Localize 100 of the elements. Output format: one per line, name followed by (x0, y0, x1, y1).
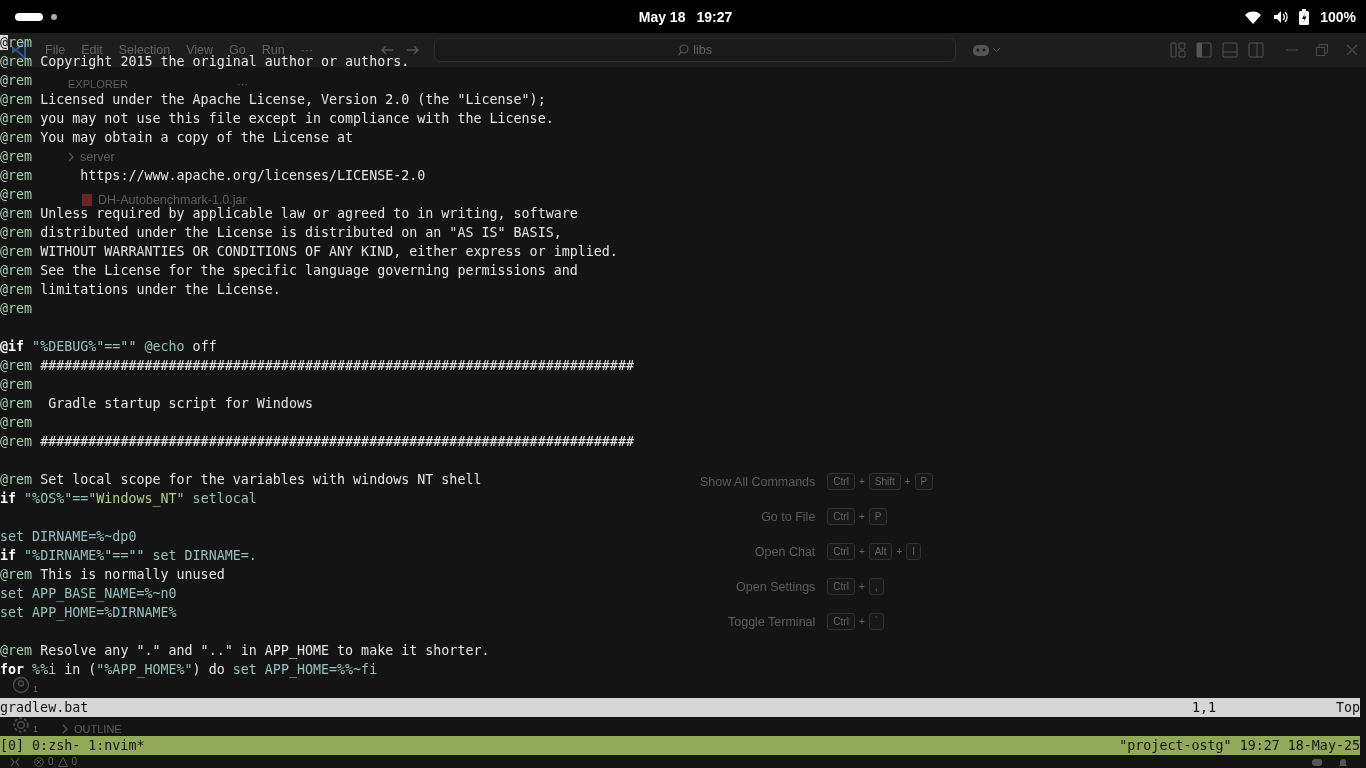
menu-item[interactable]: ··· (293, 43, 321, 57)
close-icon[interactable] (1346, 44, 1358, 56)
code-line: @rem (0, 377, 33, 392)
plus-sign: + (858, 581, 865, 592)
account-icon[interactable] (12, 676, 30, 694)
menu-item[interactable]: Selection (111, 43, 178, 57)
code-line: @rem Gradle startup script for Windows (0, 396, 313, 411)
key-cap: ` (868, 613, 885, 630)
code-line: @rem This is normally unused (0, 567, 225, 582)
file-icon (82, 194, 92, 206)
back-arrow-icon[interactable] (380, 43, 395, 57)
key-cap: P (914, 473, 934, 490)
bottom-panel-icon[interactable] (1222, 42, 1238, 58)
code-line: @rem You may obtain a copy of the License at (0, 130, 354, 145)
menu-item[interactable]: View (179, 43, 220, 57)
notification-count: 1 (33, 724, 38, 734)
workspace-dot-icon (51, 13, 57, 20)
code-line: @rem WITHOUT WARRANTIES OR CONDITIONS OF ANY KIND, either express or implied. (0, 244, 618, 259)
search-field[interactable]: libs (434, 38, 957, 62)
key-cap: Ctrl (827, 543, 855, 560)
code-line: @rem Licensed under the Apache License, Version 2.0 (the "License"); (0, 92, 546, 107)
code-line: @rem (0, 149, 33, 164)
plus-sign: + (858, 546, 865, 557)
plus-sign: + (904, 476, 911, 487)
plus-sign: + (858, 476, 865, 487)
settings-icon[interactable] (12, 716, 30, 734)
code-line: if "%OS%"=="Windows_NT" setlocal (0, 491, 257, 506)
right-panel-icon[interactable] (1248, 42, 1264, 58)
key-cap: Ctrl (827, 508, 855, 525)
search-icon (678, 44, 690, 56)
warning-icon (57, 756, 68, 767)
code-line: if "%DIRNAME%"=="" set DIRNAME=. (0, 548, 257, 563)
code-line: @rem ########################################################################## (0, 358, 634, 373)
window-list: [0] 0:zsh- 1:nvim* (0, 736, 145, 755)
code-line: @rem you may not use this file except in compliance with the License. (0, 111, 554, 126)
notification-count: 1 (33, 684, 38, 694)
shortcut-label: Show All Commands (700, 474, 816, 489)
shortcut-label: Open Settings (735, 579, 816, 594)
code-line: set APP_HOME=%DIRNAME% (0, 605, 177, 620)
code-line: @rem See the License for the specific language governing permissions and (0, 263, 578, 278)
chevron-down-icon[interactable] (992, 47, 1002, 53)
code-line: for %%i in ("%APP_HOME%") do set APP_HOME=%%~fi (0, 662, 378, 677)
remote-icon[interactable] (10, 756, 20, 767)
clock: 19:27 (696, 8, 733, 25)
code-line: set APP_BASE_NAME=%~n0 (0, 586, 177, 601)
tree-item[interactable]: DH-Autobenchmark-1.0.jar (98, 193, 247, 207)
outline-section[interactable]: OUTLINE (74, 723, 122, 735)
key-cap: Ctrl (827, 613, 855, 630)
bell-icon[interactable] (1338, 756, 1348, 767)
code-line: @if "%DEBUG%"=="" @echo off (0, 339, 217, 354)
code-line: @rem distributed under the License is distributed on an "AS IS" BASIS, (0, 225, 562, 240)
code-line: @rem (0, 73, 33, 88)
shortcut-label: Toggle Terminal (727, 614, 816, 629)
menu-item[interactable]: File (38, 43, 73, 57)
tree-item[interactable]: server (80, 150, 115, 164)
key-cap: Shift (868, 473, 901, 490)
left-panel-icon[interactable] (1196, 42, 1212, 58)
wifi-icon (1244, 9, 1263, 24)
battery-charging-icon (1299, 8, 1310, 25)
code-line: @rem (0, 301, 33, 316)
code-line: @rem Set local scope for the variables with windows NT shell (0, 472, 482, 487)
code-line: @rem Resolve any "." and ".." in APP_HOME to make it shorter. (0, 643, 490, 658)
problems-indicator[interactable]: 0 0 (34, 756, 78, 767)
scroll-position: Top (1335, 699, 1360, 717)
layout-grid-icon[interactable] (1170, 42, 1186, 58)
volume-icon (1273, 9, 1289, 24)
menu-item[interactable]: Edit (74, 43, 110, 57)
file-name: gradlew.bat (0, 699, 89, 717)
more-actions[interactable]: ··· (237, 78, 248, 90)
forward-arrow-icon[interactable] (406, 43, 421, 57)
code-line: @rem ########################################################################## (0, 434, 634, 449)
key-cap: P (868, 508, 888, 525)
restore-icon[interactable] (1316, 44, 1328, 56)
plus-sign: + (896, 546, 903, 557)
key-cap: , (868, 578, 884, 595)
session-info: "project-ostg" 19:27 18-May-25 (1119, 737, 1360, 755)
error-icon (34, 756, 44, 767)
code-line: set DIRNAME=%~dp0 (0, 529, 137, 544)
cursor-position: 1,1 (1191, 699, 1217, 717)
shortcut-label: Open Chat (753, 544, 816, 559)
chevron-right-icon (68, 152, 74, 162)
panel-title: EXPLORER (68, 78, 128, 90)
code-line: @rem https://www.apache.org/licenses/LICENSE-2.0 (0, 168, 426, 183)
plus-sign: + (858, 511, 865, 522)
plus-sign: + (858, 616, 865, 627)
code-line: @rem (0, 35, 33, 50)
code-line: @rem Copyright 2015 the original author or authors. (0, 54, 410, 69)
chevron-right-icon (62, 724, 68, 734)
key-cap: Ctrl (827, 473, 855, 490)
code-line: @rem (0, 415, 33, 430)
code-line: @rem Unless required by applicable law or agreed to in writing, software (0, 206, 578, 221)
workspace-pill-icon (15, 12, 43, 21)
date: May 18 (638, 8, 686, 25)
battery-percentage: 100% (1320, 8, 1356, 25)
code-line: @rem limitations under the License. (0, 282, 281, 297)
key-cap: Ctrl (827, 578, 855, 595)
shortcut-label: Go to File (760, 509, 816, 524)
key-cap: I (906, 543, 922, 560)
key-cap: Alt (868, 543, 893, 560)
code-line: @rem (0, 187, 33, 202)
